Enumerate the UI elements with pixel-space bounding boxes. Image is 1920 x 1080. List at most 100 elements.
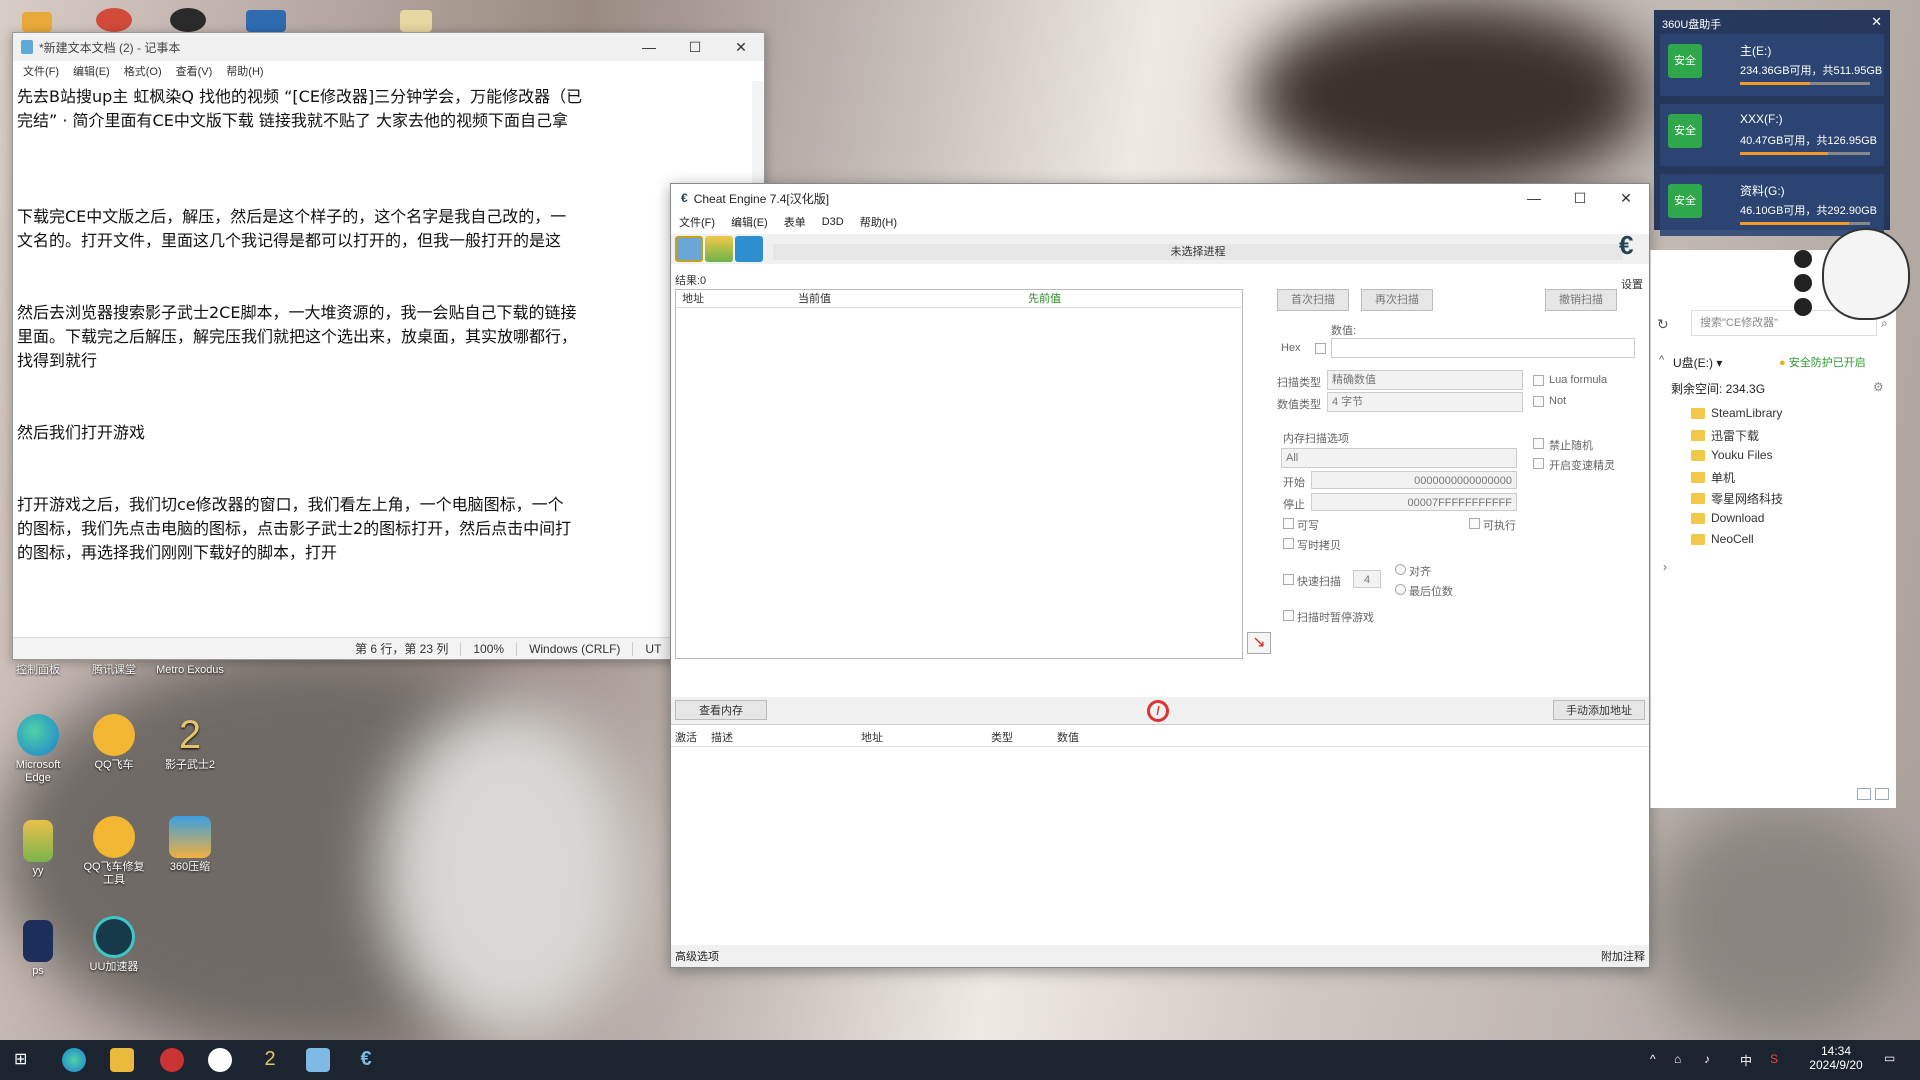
memory-region-select[interactable]: All: [1281, 448, 1517, 468]
folder-item[interactable]: Youku Files: [1691, 448, 1773, 462]
desktop-icon-qq-speed[interactable]: QQ飞车: [78, 714, 150, 772]
executable-checkbox[interactable]: [1469, 518, 1480, 529]
desktop-icon-360zip[interactable]: 360压缩: [154, 816, 226, 874]
pointer-arrow-icon[interactable]: ↘: [1247, 632, 1271, 654]
minimize-button[interactable]: —: [1511, 190, 1557, 206]
menu-edit[interactable]: 编辑(E): [731, 214, 768, 230]
minimize-button[interactable]: —: [626, 39, 672, 55]
last-digits-radio[interactable]: [1395, 584, 1406, 595]
desktop-icon-top-1[interactable]: [22, 12, 52, 32]
copy-on-write-checkbox[interactable]: [1283, 538, 1294, 549]
fast-scan-checkbox[interactable]: [1283, 574, 1294, 585]
save-icon[interactable]: [735, 236, 763, 262]
drive-card[interactable]: 安全 资料(G:) 46.10GB可用，共292.90GB: [1660, 174, 1884, 236]
desktop-icon-ps[interactable]: ps: [2, 920, 74, 978]
ce-settings-logo-icon[interactable]: €: [1619, 232, 1645, 258]
col-type[interactable]: 类型: [991, 729, 1057, 746]
pause-game-checkbox[interactable]: [1283, 610, 1294, 621]
folder-item[interactable]: NeoCell: [1691, 532, 1754, 546]
tray-arrow-icon[interactable]: ^: [1650, 1052, 1656, 1066]
ce-titlebar[interactable]: € Cheat Engine 7.4[汉化版] — ☐ ✕: [671, 184, 1649, 212]
menu-help[interactable]: 帮助(H): [860, 214, 897, 230]
notepad-taskbar-icon[interactable]: [306, 1048, 330, 1072]
search-icon[interactable]: ⌕: [1881, 316, 1888, 331]
lua-formula-checkbox[interactable]: [1533, 375, 1544, 386]
notepad-window[interactable]: *新建文本文档 (2) - 记事本 — ☐ ✕ 文件(F) 编辑(E) 格式(O…: [12, 32, 765, 660]
folder-item[interactable]: 迅雷下载: [1691, 427, 1759, 444]
desktop-icon-metro-exodus[interactable]: Metro Exodus: [154, 664, 226, 677]
notification-icon[interactable]: ▭: [1884, 1051, 1895, 1065]
sogou-icon[interactable]: S: [1770, 1052, 1778, 1066]
value-type-select[interactable]: 4 字节: [1327, 392, 1523, 412]
cheat-engine-window[interactable]: € Cheat Engine 7.4[汉化版] — ☐ ✕ 文件(F) 编辑(E…: [670, 183, 1650, 968]
not-checkbox[interactable]: [1533, 396, 1544, 407]
edge-taskbar-icon[interactable]: [62, 1048, 86, 1072]
col-address[interactable]: 地址: [861, 729, 991, 746]
close-button[interactable]: ✕: [1603, 190, 1649, 207]
drive-dropdown[interactable]: U盘(E:) ▾: [1673, 354, 1722, 371]
close-button[interactable]: ✕: [718, 39, 764, 56]
side-icon-3[interactable]: [1794, 298, 1812, 316]
desktop-icon-yy[interactable]: yy: [2, 820, 74, 878]
shadow-warrior-taskbar-icon[interactable]: 2: [258, 1048, 282, 1072]
menu-d3d[interactable]: D3D: [822, 216, 844, 228]
network-icon[interactable]: ⌂: [1674, 1052, 1681, 1066]
menu-edit[interactable]: 编辑(E): [73, 63, 110, 79]
view-memory-button[interactable]: 查看内存: [675, 700, 767, 720]
close-icon[interactable]: ✕: [1871, 14, 1882, 30]
expand-arrow-icon[interactable]: ›: [1663, 560, 1667, 574]
col-address[interactable]: 地址: [676, 290, 792, 307]
qq-taskbar-icon[interactable]: [208, 1048, 232, 1072]
desktop-icon-top-2[interactable]: [96, 8, 132, 32]
fast-scan-value-input[interactable]: 4: [1353, 570, 1381, 588]
folder-item[interactable]: 单机: [1691, 469, 1735, 486]
col-previous-value[interactable]: 先前值: [1022, 290, 1222, 307]
start-icon[interactable]: ⊞: [14, 1052, 30, 1068]
clock[interactable]: 14:34 2024/9/20: [1806, 1044, 1866, 1072]
volume-icon[interactable]: ♪: [1704, 1052, 1710, 1066]
writable-checkbox[interactable]: [1283, 518, 1294, 529]
undo-scan-button[interactable]: 撤销扫描: [1545, 289, 1617, 311]
open-process-icon[interactable]: [675, 236, 703, 262]
folder-item[interactable]: 零星网络科技: [1691, 490, 1783, 507]
table-extras-link[interactable]: 附加注释: [1601, 948, 1645, 964]
ime-indicator[interactable]: 中: [1740, 1052, 1752, 1069]
side-icon-2[interactable]: [1794, 274, 1812, 292]
maximize-button[interactable]: ☐: [1557, 190, 1603, 207]
cheat-table[interactable]: 激活 描述 地址 类型 数值: [671, 729, 1649, 945]
desktop-icon-qq-speed-repair[interactable]: QQ飞车修复工具: [78, 816, 150, 887]
desktop-icon-top-4[interactable]: [246, 10, 286, 32]
notepad-titlebar[interactable]: *新建文本文档 (2) - 记事本 — ☐ ✕: [13, 33, 764, 61]
menu-table[interactable]: 表单: [784, 214, 806, 230]
menu-view[interactable]: 查看(V): [176, 63, 213, 79]
side-icon-1[interactable]: [1794, 250, 1812, 268]
desktop-icon-control-panel[interactable]: 控制面板: [2, 664, 74, 677]
refresh-icon[interactable]: ↻: [1657, 316, 1669, 333]
maximize-button[interactable]: ☐: [672, 39, 718, 56]
col-value[interactable]: 数值: [1057, 729, 1137, 746]
app-taskbar-icon[interactable]: [160, 1048, 184, 1072]
no-random-checkbox[interactable]: [1533, 438, 1544, 449]
hex-checkbox[interactable]: [1315, 343, 1326, 354]
menu-file[interactable]: 文件(F): [679, 214, 715, 230]
stop-icon[interactable]: /: [1147, 700, 1169, 722]
stop-address-input[interactable]: 00007FFFFFFFFFFF: [1311, 493, 1517, 511]
first-scan-button[interactable]: 首次扫描: [1277, 289, 1349, 311]
mascot-ghost-icon[interactable]: [1822, 228, 1910, 320]
folder-item[interactable]: SteamLibrary: [1691, 406, 1782, 420]
start-address-input[interactable]: 0000000000000000: [1311, 471, 1517, 489]
file-explorer-taskbar-icon[interactable]: [110, 1048, 134, 1072]
found-address-list[interactable]: 地址 当前值 先前值: [675, 289, 1243, 659]
desktop-icon-top-3[interactable]: [170, 8, 206, 32]
desktop-icon-uu[interactable]: UU加速器: [78, 916, 150, 974]
next-scan-button[interactable]: 再次扫描: [1361, 289, 1433, 311]
menu-file[interactable]: 文件(F): [23, 63, 59, 79]
col-description[interactable]: 描述: [711, 729, 861, 746]
grid-view-icon[interactable]: [1857, 788, 1871, 800]
file-explorer-panel[interactable]: ↻ 搜索"CE修改器" ⌕ ^ U盘(E:) ▾ ● 安全防护已开启 剩余空间:…: [1650, 250, 1896, 808]
desktop-icon-shadow-warrior[interactable]: 2 影子武士2: [154, 714, 226, 772]
advanced-options-link[interactable]: 高级选项: [675, 948, 719, 964]
folder-item[interactable]: Download: [1691, 511, 1764, 525]
desktop-icon-tencent-class[interactable]: 腾讯课堂: [78, 664, 150, 677]
desktop-icon-top-5[interactable]: [400, 10, 432, 32]
